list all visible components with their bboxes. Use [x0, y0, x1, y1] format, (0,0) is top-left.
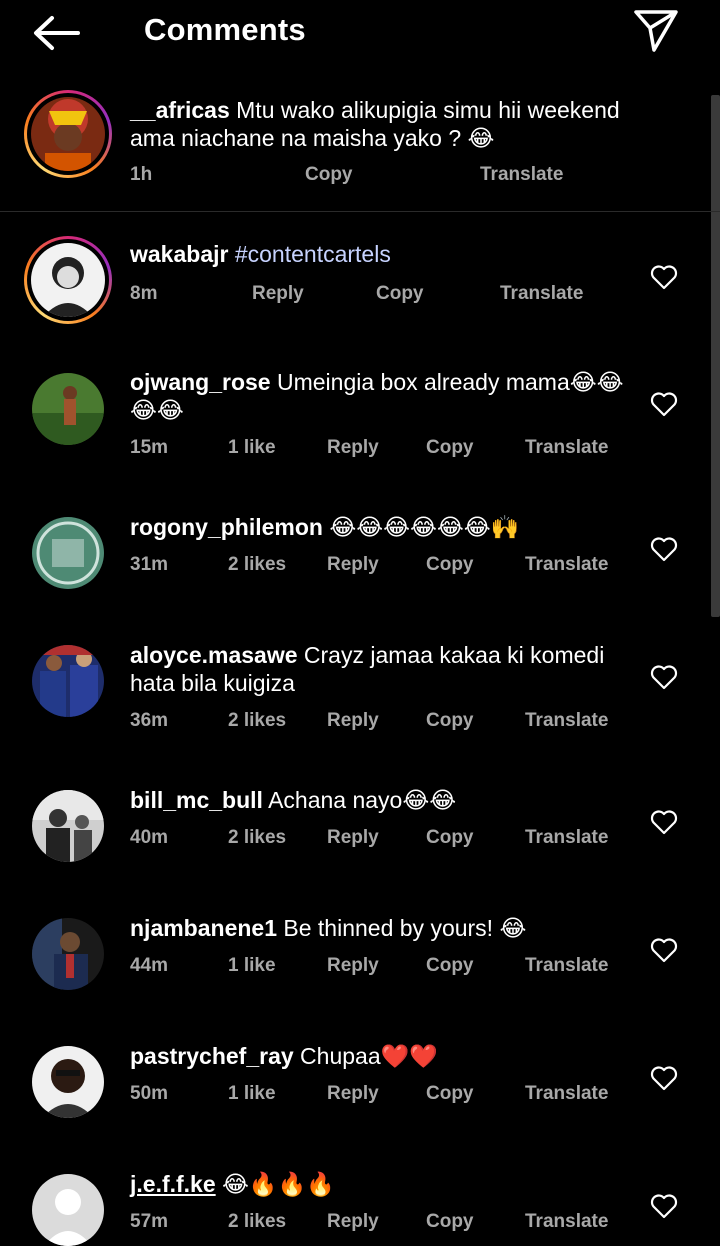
username[interactable]: aloyce.masawe: [130, 642, 298, 668]
heart-icon[interactable]: [650, 1065, 678, 1091]
translate-button[interactable]: Translate: [500, 283, 583, 305]
copy-button[interactable]: Copy: [426, 437, 474, 459]
username[interactable]: njambanene1: [130, 915, 277, 941]
copy-button[interactable]: Copy: [305, 164, 353, 186]
comment-text: aloyce.masawe Crayz jamaa kakaa ki komed…: [130, 641, 630, 697]
avatar[interactable]: [31, 97, 105, 171]
username[interactable]: j.e.f.f.ke: [130, 1171, 216, 1197]
timestamp: 15m: [130, 437, 169, 458]
top-bar: Comments: [0, 0, 720, 70]
caption-text: __africas Mtu wako alikupigia simu hii w…: [130, 96, 630, 152]
reply-button[interactable]: Reply: [327, 827, 379, 849]
avatar[interactable]: [32, 373, 104, 445]
copy-button[interactable]: Copy: [426, 710, 474, 732]
copy-button[interactable]: Copy: [376, 283, 424, 305]
comment-body: 😂🔥🔥🔥: [222, 1171, 335, 1197]
username[interactable]: ojwang_rose: [130, 369, 271, 395]
username[interactable]: rogony_philemon: [130, 514, 323, 540]
username[interactable]: __africas: [130, 97, 230, 123]
scrollbar[interactable]: [711, 95, 720, 617]
timestamp: 44m: [130, 955, 169, 976]
translate-button[interactable]: Translate: [525, 554, 608, 576]
reply-button[interactable]: Reply: [327, 437, 379, 459]
like-count[interactable]: 2 likes: [228, 827, 286, 849]
heart-icon[interactable]: [650, 809, 678, 835]
avatar[interactable]: [32, 645, 104, 717]
like-count[interactable]: 2 likes: [228, 710, 286, 732]
hashtag-link[interactable]: #contentcartels: [235, 241, 391, 267]
story-ring[interactable]: [24, 236, 112, 324]
timestamp: 8m: [130, 283, 158, 304]
username[interactable]: pastrychef_ray: [130, 1043, 294, 1069]
reply-button[interactable]: Reply: [252, 283, 304, 305]
like-count[interactable]: 1 like: [228, 955, 276, 977]
reply-button[interactable]: Reply: [327, 1083, 379, 1105]
like-count[interactable]: 1 like: [228, 1083, 276, 1105]
comment-text: pastrychef_ray Chupaa❤️❤️: [130, 1042, 630, 1070]
like-count[interactable]: 2 likes: [228, 554, 286, 576]
timestamp: 40m: [130, 827, 169, 848]
copy-button[interactable]: Copy: [426, 1083, 474, 1105]
copy-button[interactable]: Copy: [426, 827, 474, 849]
comment-text: bill_mc_bull Achana nayo😂😂: [130, 786, 630, 814]
timestamp: 36m: [130, 710, 169, 731]
paper-plane-icon[interactable]: [630, 6, 682, 54]
avatar[interactable]: [32, 918, 104, 990]
username[interactable]: bill_mc_bull: [130, 787, 263, 813]
comment-text: j.e.f.f.ke 😂🔥🔥🔥: [130, 1170, 630, 1198]
comment-body: Chupaa❤️❤️: [300, 1043, 438, 1069]
like-count[interactable]: 2 likes: [228, 1211, 286, 1233]
timestamp: 57m: [130, 1211, 169, 1232]
translate-button[interactable]: Translate: [525, 437, 608, 459]
heart-icon[interactable]: [650, 264, 678, 290]
comment-text: wakabajr #contentcartels: [130, 240, 630, 268]
username[interactable]: wakabajr: [130, 241, 228, 267]
translate-button[interactable]: Translate: [525, 1083, 608, 1105]
like-count[interactable]: 1 like: [228, 437, 276, 459]
comment-text: rogony_philemon 😂😂😂😂😂😂🙌: [130, 513, 630, 541]
comment-text: njambanene1 Be thinned by yours! 😂: [130, 914, 630, 942]
comment-body: Achana nayo😂😂: [268, 787, 457, 813]
heart-icon[interactable]: [650, 664, 678, 690]
reply-button[interactable]: Reply: [327, 710, 379, 732]
copy-button[interactable]: Copy: [426, 1211, 474, 1233]
heart-icon[interactable]: [650, 391, 678, 417]
heart-icon[interactable]: [650, 1193, 678, 1219]
comment-body: 😂😂😂😂😂😂🙌: [329, 514, 520, 540]
reply-button[interactable]: Reply: [327, 1211, 379, 1233]
timestamp: 31m: [130, 554, 169, 575]
comment-text: ojwang_rose Umeingia box already mama😂😂😂…: [130, 368, 630, 424]
page-title: Comments: [144, 12, 306, 47]
translate-button[interactable]: Translate: [480, 164, 563, 186]
translate-button[interactable]: Translate: [525, 710, 608, 732]
comment-body: Be thinned by yours! 😂: [283, 915, 527, 941]
timestamp: 50m: [130, 1083, 169, 1104]
back-arrow-icon[interactable]: [30, 12, 82, 54]
reply-button[interactable]: Reply: [327, 955, 379, 977]
avatar[interactable]: [32, 1046, 104, 1118]
translate-button[interactable]: Translate: [525, 1211, 608, 1233]
translate-button[interactable]: Translate: [525, 955, 608, 977]
avatar[interactable]: [32, 517, 104, 589]
divider: [0, 211, 720, 212]
heart-icon[interactable]: [650, 536, 678, 562]
default-avatar[interactable]: [32, 1174, 104, 1246]
translate-button[interactable]: Translate: [525, 827, 608, 849]
reply-button[interactable]: Reply: [327, 554, 379, 576]
copy-button[interactable]: Copy: [426, 554, 474, 576]
copy-button[interactable]: Copy: [426, 955, 474, 977]
timestamp: 1h: [130, 164, 153, 185]
story-ring[interactable]: [24, 90, 112, 178]
avatar[interactable]: [32, 790, 104, 862]
heart-icon[interactable]: [650, 937, 678, 963]
avatar[interactable]: [31, 243, 105, 317]
